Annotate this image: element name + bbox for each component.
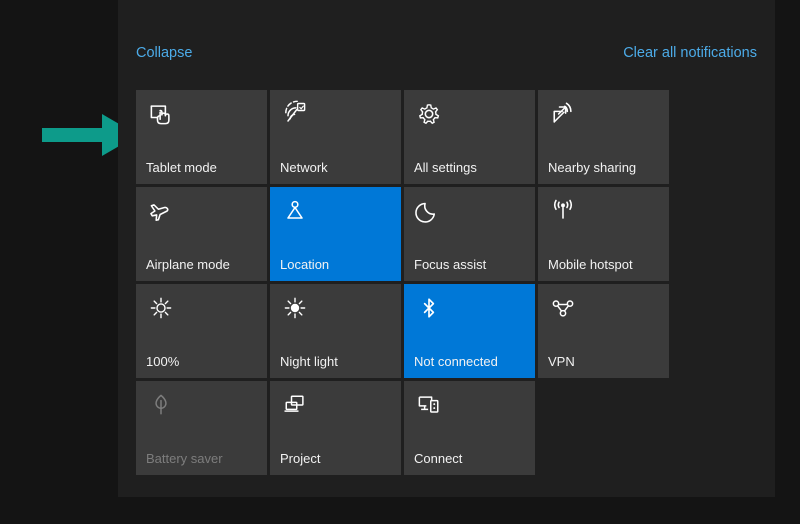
tile-label: Project: [280, 451, 321, 466]
clear-all-notifications-button[interactable]: Clear all notifications: [623, 40, 757, 66]
quick-action-tile-connect[interactable]: Connect: [404, 381, 535, 475]
quick-action-tile-brightness[interactable]: 100%: [136, 284, 267, 378]
quick-actions-grid: Tablet mode Network All settings Nearby …: [136, 90, 670, 475]
vpn-icon: [549, 294, 577, 322]
tile-label: Network: [280, 160, 328, 175]
battery-saver-leaf-icon: [147, 391, 175, 419]
quick-action-tile-network[interactable]: Network: [270, 90, 401, 184]
tile-label: Focus assist: [414, 257, 487, 272]
quick-action-tile-bluetooth[interactable]: Not connected: [404, 284, 535, 378]
tile-label: Nearby sharing: [548, 160, 637, 175]
tile-label: Night light: [280, 354, 338, 369]
brightness-icon: [147, 294, 175, 322]
quick-action-tile-nearby-sharing[interactable]: Nearby sharing: [538, 90, 669, 184]
gear-icon: [415, 100, 443, 128]
action-center-panel: Collapse Clear all notifications Tablet …: [118, 0, 775, 497]
night-light-icon: [281, 294, 309, 322]
tile-label: 100%: [146, 354, 180, 369]
network-wifi-icon: [281, 100, 309, 128]
quick-action-tile-battery-saver[interactable]: Battery saver: [136, 381, 267, 475]
quick-action-tile-airplane-mode[interactable]: Airplane mode: [136, 187, 267, 281]
tile-label: Location: [280, 257, 330, 272]
action-center-header: Collapse Clear all notifications: [136, 40, 757, 66]
connect-display-icon: [415, 391, 443, 419]
hotspot-icon: [549, 197, 577, 225]
tile-label: Battery saver: [146, 451, 223, 466]
quick-action-tile-mobile-hotspot[interactable]: Mobile hotspot: [538, 187, 669, 281]
tile-label: VPN: [548, 354, 575, 369]
airplane-icon: [147, 197, 175, 225]
collapse-button[interactable]: Collapse: [136, 40, 192, 66]
tile-label: Connect: [414, 451, 463, 466]
tablet-mode-icon: [147, 100, 175, 128]
tile-label: Tablet mode: [146, 160, 217, 175]
quick-action-tile-location[interactable]: Location: [270, 187, 401, 281]
quick-action-tile-empty: [538, 381, 669, 475]
quick-action-tile-vpn[interactable]: VPN: [538, 284, 669, 378]
quick-action-tile-all-settings[interactable]: All settings: [404, 90, 535, 184]
nearby-sharing-icon: [549, 100, 577, 128]
quick-action-tile-tablet-mode[interactable]: Tablet mode: [136, 90, 267, 184]
location-icon: [281, 197, 309, 225]
quick-action-tile-focus-assist[interactable]: Focus assist: [404, 187, 535, 281]
quick-action-tile-night-light[interactable]: Night light: [270, 284, 401, 378]
tile-label: Mobile hotspot: [548, 257, 633, 272]
quick-action-tile-project[interactable]: Project: [270, 381, 401, 475]
project-screens-icon: [281, 391, 309, 419]
bluetooth-icon: [415, 294, 443, 322]
moon-icon: [415, 197, 443, 225]
tile-label: All settings: [414, 160, 477, 175]
tile-label: Not connected: [414, 354, 498, 369]
tile-label: Airplane mode: [146, 257, 230, 272]
